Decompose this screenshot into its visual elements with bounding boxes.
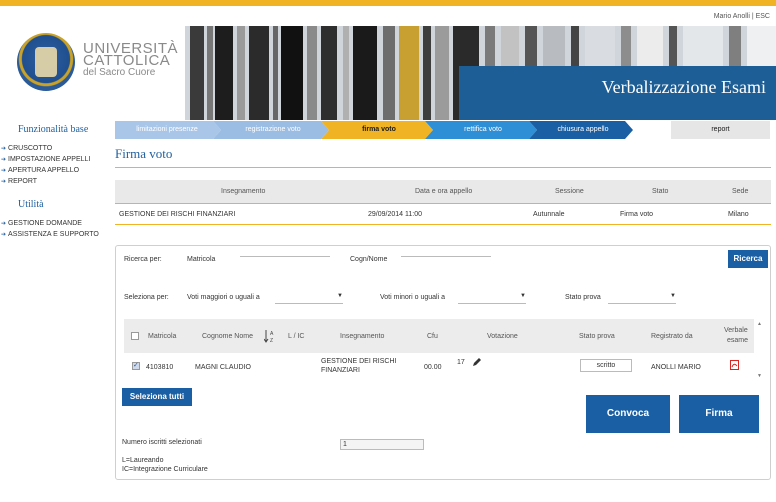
sidebar-item-cruscotto[interactable]: CRUSCOTTO — [0, 143, 110, 154]
students-grid-header: Matricola Cognome Nome A Z L / IC Insegn… — [124, 319, 754, 353]
stato-prova-select[interactable]: ▼ — [608, 293, 676, 304]
convoca-button[interactable]: Convoca — [586, 395, 670, 433]
col-verbale-line1: Verbale — [724, 327, 748, 334]
chevron-down-icon: ▼ — [337, 293, 343, 299]
ricerca-per-label: Ricerca per: — [124, 256, 162, 263]
col-verbale-line2: esame — [727, 337, 749, 344]
workflow-steps: limitazioni presenze registrazione voto … — [115, 121, 770, 139]
cell-cfu: 00.00 — [424, 364, 442, 371]
col-registrato-da: Registrato da — [651, 333, 693, 340]
sidebar-item-apertura-appello[interactable]: APERTURA APPELLO — [0, 165, 110, 176]
voti-maggiori-label: Voti maggiori o uguali a — [187, 294, 260, 301]
matricola-label: Matricola — [187, 256, 216, 263]
select-all-checkbox[interactable] — [131, 332, 139, 340]
voti-maggiori-select[interactable]: ▼ — [275, 293, 343, 304]
col-data-ora: Data e ora appello — [415, 188, 473, 195]
insegnamento-table-header: Insegnamento Data e ora appello Sessione… — [115, 180, 771, 204]
numero-iscritti-field: 1 — [340, 439, 424, 450]
firma-button[interactable]: Firma — [679, 395, 759, 433]
sidebar: Funzionalità base CRUSCOTTO IMPOSTAZIONE… — [0, 124, 110, 240]
pencil-icon[interactable] — [472, 357, 482, 367]
table-row[interactable]: 4103810 MAGNI CLAUDIO GESTIONE DEI RISCH… — [124, 353, 754, 379]
cell-data-ora: 29/09/2014 11:00 — [368, 211, 422, 218]
seleziona-per-label: Seleziona per: — [124, 294, 169, 301]
cell-registrato-da: ANOLLI MARIO — [651, 364, 701, 371]
step-limitazioni-presenze[interactable]: limitazioni presenze — [115, 121, 219, 139]
cell-insegnamento: GESTIONE DEI RISCHI FINANZIARI — [119, 211, 236, 218]
university-name: UNIVERSITÀ CATTOLICA del Sacro Cuore — [83, 41, 178, 79]
sidebar-section-title: Utilità — [18, 199, 44, 210]
university-name-line2: CATTOLICA — [83, 52, 171, 69]
page-title: Firma voto — [115, 146, 173, 161]
cognome-nome-input[interactable] — [401, 256, 491, 257]
sidebar-section-title: Funzionalità base — [18, 124, 89, 135]
svg-text:A: A — [270, 331, 274, 337]
col-l-ic: L / IC — [288, 333, 305, 340]
sidebar-item-impostazione-appelli[interactable]: IMPOSTAZIONE APPELLI — [0, 154, 110, 165]
svg-text:Z: Z — [270, 338, 273, 343]
col-insegnamento: Insegnamento — [221, 188, 266, 195]
voti-minori-label: Voti minori o uguali a — [380, 294, 445, 301]
cell-votazione: 17 — [457, 359, 465, 366]
sidebar-item-gestione-domande[interactable]: GESTIONE DOMANDE — [0, 218, 110, 229]
numero-iscritti-label: Numero iscritti selezionati — [122, 439, 202, 446]
step-chiusura-appello[interactable]: chiusura appello — [535, 121, 631, 139]
scroll-down-icon[interactable]: ▼ — [757, 373, 762, 379]
cell-insegnamento-line1: GESTIONE DEI RISCHI — [321, 358, 397, 365]
chevron-down-icon: ▼ — [520, 293, 526, 299]
col-cfu: Cfu — [427, 333, 438, 340]
legend-integrazione: IC=Integrazione Curriculare — [122, 466, 208, 473]
stato-prova-field[interactable]: scritto — [580, 359, 632, 372]
step-firma-voto[interactable]: firma voto — [327, 121, 431, 139]
grid-scrollbar[interactable]: ▲ ▼ — [756, 321, 764, 381]
cell-sede: Milano — [728, 211, 749, 218]
sidebar-item-report[interactable]: REPORT — [0, 176, 110, 187]
step-registrazione-voto[interactable]: registrazione voto — [219, 121, 327, 139]
cell-cognome-nome: MAGNI CLAUDIO — [195, 364, 252, 371]
ricerca-button[interactable]: Ricerca — [728, 250, 768, 268]
cell-insegnamento-line2: FINANZIARI — [321, 367, 360, 374]
col-insegnamento: Insegnamento — [340, 333, 385, 340]
cognome-nome-label: Cogn/Nome — [350, 256, 388, 263]
students-panel: Ricerca per: Matricola Cogn/Nome Ricerca… — [115, 245, 771, 480]
col-stato-prova: Stato prova — [579, 333, 615, 340]
chevron-down-icon: ▼ — [670, 293, 676, 299]
top-accent-bar — [0, 0, 776, 6]
legend-laureando: L=Laureando — [122, 457, 164, 464]
stato-prova-label: Stato prova — [565, 294, 601, 301]
insegnamento-table-row: GESTIONE DEI RISCHI FINANZIARI 29/09/201… — [115, 204, 771, 225]
col-stato: Stato — [652, 188, 669, 195]
row-checkbox[interactable] — [132, 361, 140, 370]
col-votazione: Votazione — [487, 333, 518, 340]
seleziona-tutti-button[interactable]: Seleziona tutti — [122, 388, 192, 406]
university-logo — [17, 33, 75, 91]
cell-matricola: 4103810 — [146, 364, 174, 371]
pdf-icon[interactable] — [730, 360, 739, 370]
voti-minori-select[interactable]: ▼ — [458, 293, 526, 304]
user-info[interactable]: Mario Anolli | ESC — [714, 13, 770, 20]
title-divider — [115, 167, 771, 168]
scroll-up-icon[interactable]: ▲ — [757, 321, 762, 327]
col-sede: Sede — [732, 188, 749, 195]
matricola-input[interactable] — [240, 256, 330, 257]
header-banner: Verbalizzazione Esami — [185, 26, 776, 120]
sort-az-icon[interactable]: A Z — [264, 329, 276, 343]
cell-stato: Firma voto — [620, 211, 654, 218]
step-report[interactable]: report — [671, 121, 770, 139]
cell-sessione: Autunnale — [533, 211, 565, 218]
sidebar-item-assistenza[interactable]: ASSISTENZA E SUPPORTO — [0, 229, 110, 240]
step-rettifica-voto[interactable]: rettifica voto — [431, 121, 535, 139]
col-sessione: Sessione — [555, 188, 584, 195]
col-cognome-nome: Cognome Nome — [202, 333, 253, 340]
col-matricola: Matricola — [148, 333, 177, 340]
app-title: Verbalizzazione Esami — [601, 77, 766, 97]
